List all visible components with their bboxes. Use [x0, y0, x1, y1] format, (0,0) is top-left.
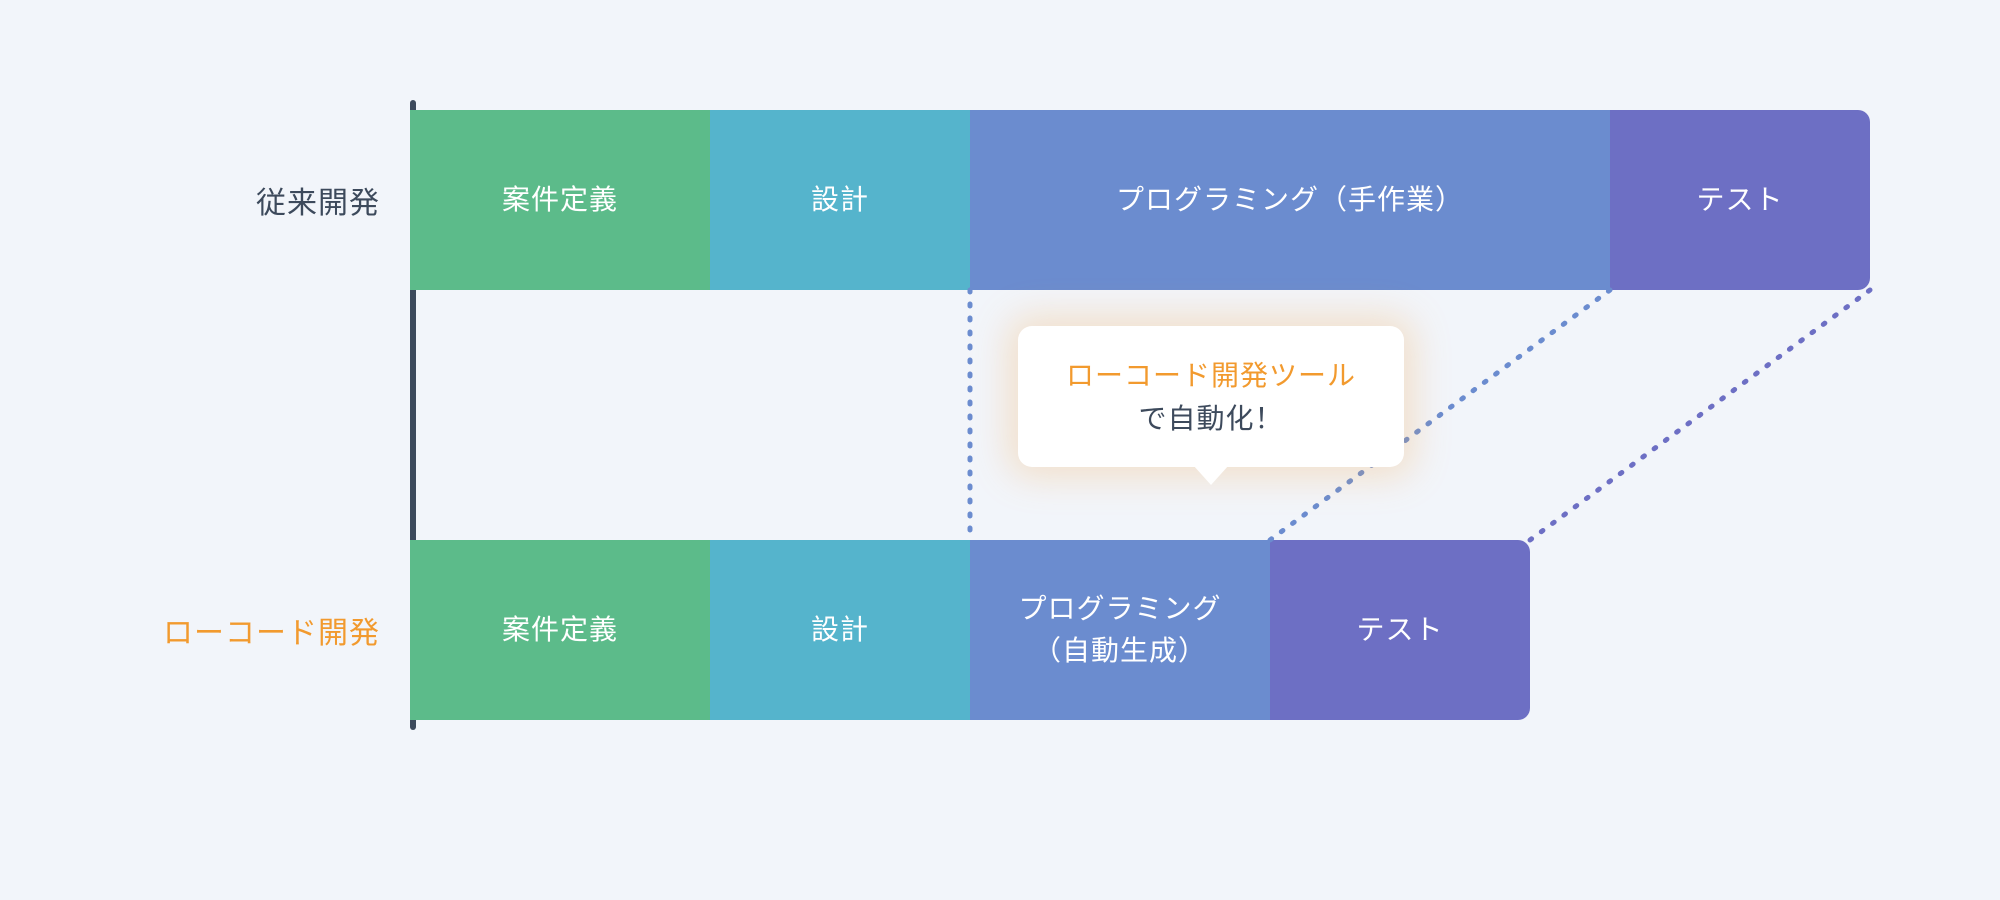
row-traditional: 従来開発 案件定義設計プログラミング（手作業）テスト: [160, 110, 1880, 290]
segment-1-1: 設計: [710, 540, 970, 720]
bar-traditional: 案件定義設計プログラミング（手作業）テスト: [410, 110, 1880, 290]
callout-line2: で自動化！: [1048, 397, 1374, 440]
callout-tooltip: ローコード開発ツール で自動化！: [1018, 326, 1404, 467]
segment-1-3: テスト: [1270, 540, 1530, 720]
comparison-chart: 従来開発 案件定義設計プログラミング（手作業）テスト ローコード開発 案件定義設…: [160, 110, 1880, 780]
segment-0-3: テスト: [1610, 110, 1870, 290]
segment-1-2: プログラミング （自動生成）: [970, 540, 1270, 720]
callout-line1: ローコード開発ツール: [1048, 354, 1374, 397]
row-label-traditional: 従来開発: [160, 178, 410, 222]
segment-1-0: 案件定義: [410, 540, 710, 720]
segment-0-0: 案件定義: [410, 110, 710, 290]
segment-0-2: プログラミング（手作業）: [970, 110, 1610, 290]
segment-0-1: 設計: [710, 110, 970, 290]
row-lowcode: ローコード開発 案件定義設計プログラミング （自動生成）テスト: [160, 540, 1880, 720]
bar-lowcode: 案件定義設計プログラミング （自動生成）テスト: [410, 540, 1880, 720]
row-label-lowcode: ローコード開発: [160, 608, 410, 652]
